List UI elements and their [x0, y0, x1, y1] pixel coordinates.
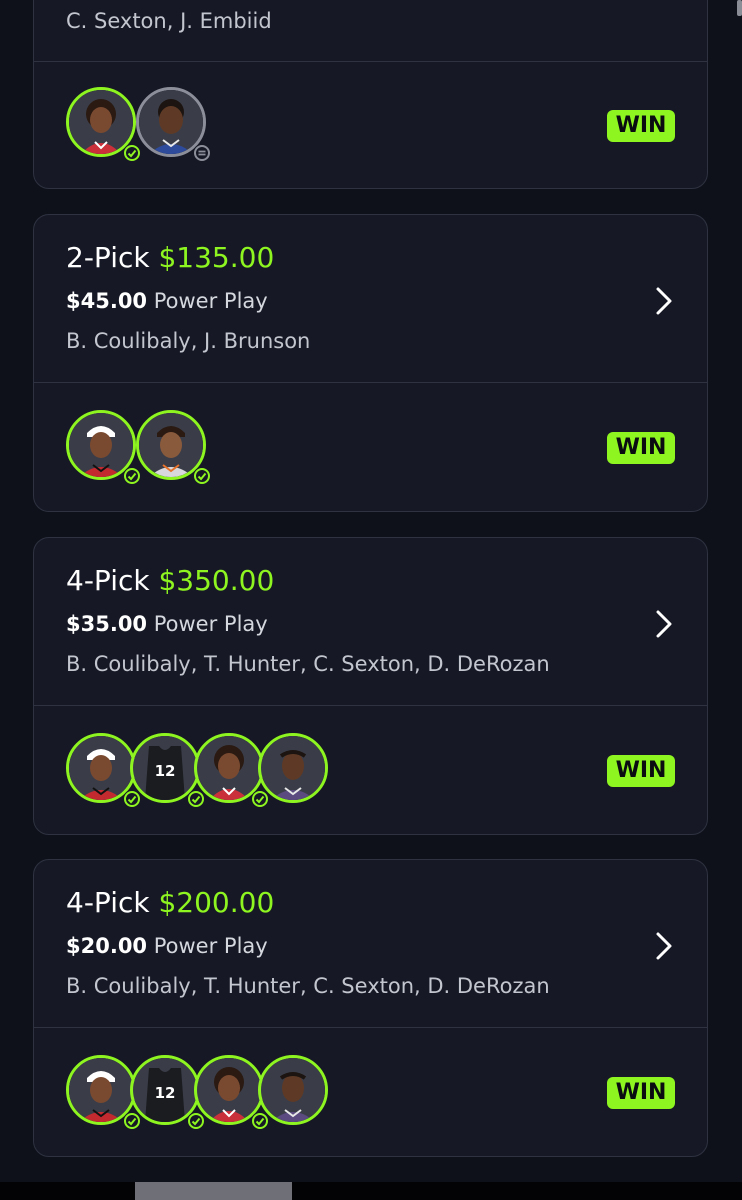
payout-amount: $200.00 — [158, 886, 275, 919]
entry-title: 4-Pick $350.00 — [66, 564, 274, 598]
play-type: Power Play — [153, 612, 268, 636]
player-avatar: 12 — [130, 733, 205, 808]
home-indicator-bar — [0, 1182, 742, 1200]
check-icon — [187, 790, 205, 808]
players-list: C. Sexton, J. Embiid — [66, 9, 272, 33]
players-list: B. Coulibaly, J. Brunson — [66, 329, 311, 353]
chevron-right-icon[interactable] — [653, 285, 675, 317]
pick-count: 4-Pick — [66, 886, 150, 919]
payout-amount: $135.00 — [158, 241, 275, 274]
player-avatar — [66, 87, 141, 162]
check-icon — [123, 1112, 141, 1130]
player-avatar — [136, 410, 211, 485]
pick-count: 4-Pick — [66, 564, 150, 597]
card-divider — [34, 1027, 707, 1028]
check-icon — [187, 1112, 205, 1130]
player-avatar — [66, 733, 141, 808]
player-avatar — [66, 410, 141, 485]
entry-card[interactable]: 4-Pick $350.00 $35.00 Power Play B. Coul… — [33, 537, 708, 835]
stake-amount: $20.00 — [66, 934, 148, 958]
equals-icon — [193, 144, 211, 162]
entry-title: 2-Pick $135.00 — [66, 241, 274, 275]
check-icon — [123, 790, 141, 808]
entry-card[interactable]: C. Sexton, J. Embiid WIN — [33, 0, 708, 189]
stake-row: $20.00 Power Play — [66, 933, 268, 959]
chevron-right-icon[interactable] — [653, 608, 675, 640]
check-icon — [123, 144, 141, 162]
win-badge: WIN — [607, 432, 675, 464]
players-list: B. Coulibaly, T. Hunter, C. Sexton, D. D… — [66, 652, 550, 676]
chevron-right-icon[interactable] — [653, 930, 675, 962]
pick-count: 2-Pick — [66, 241, 150, 274]
stake-amount: $35.00 — [66, 612, 148, 636]
player-avatar — [66, 1055, 141, 1130]
check-icon — [123, 467, 141, 485]
player-avatar — [258, 1055, 328, 1125]
card-divider — [34, 705, 707, 706]
entry-card[interactable]: 2-Pick $135.00 $45.00 Power Play B. Coul… — [33, 214, 708, 512]
win-badge: WIN — [607, 1077, 675, 1109]
player-avatar — [258, 733, 328, 803]
stake-row: $45.00 Power Play — [66, 288, 268, 314]
jersey-number: 12 — [155, 762, 176, 780]
player-avatar — [194, 733, 269, 808]
check-icon — [251, 1112, 269, 1130]
check-icon — [251, 790, 269, 808]
card-divider — [34, 382, 707, 383]
stake-row: $35.00 Power Play — [66, 611, 268, 637]
win-badge: WIN — [607, 110, 675, 142]
entry-card[interactable]: 4-Pick $200.00 $20.00 Power Play B. Coul… — [33, 859, 708, 1157]
play-type: Power Play — [153, 289, 268, 313]
stake-amount: $45.00 — [66, 289, 148, 313]
payout-amount: $350.00 — [158, 564, 275, 597]
player-avatar — [136, 87, 211, 162]
entry-title: 4-Pick $200.00 — [66, 886, 274, 920]
player-avatar: 12 — [130, 1055, 205, 1130]
win-badge: WIN — [607, 755, 675, 787]
players-list: B. Coulibaly, T. Hunter, C. Sexton, D. D… — [66, 974, 550, 998]
card-divider — [34, 61, 707, 62]
home-indicator[interactable] — [135, 1182, 292, 1200]
player-avatar — [194, 1055, 269, 1130]
jersey-number: 12 — [155, 1084, 176, 1102]
check-icon — [193, 467, 211, 485]
scrollbar[interactable] — [737, 0, 742, 16]
play-type: Power Play — [153, 934, 268, 958]
